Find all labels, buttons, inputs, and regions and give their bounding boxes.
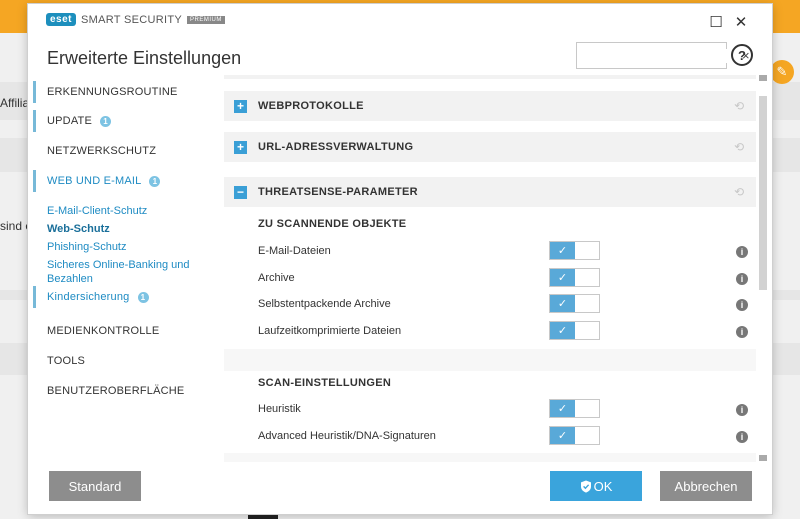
toggle-switch[interactable]: ✓ [549, 241, 600, 260]
scrollbar[interactable] [758, 75, 768, 462]
update-badge: 1 [100, 115, 112, 127]
expand-icon[interactable]: + [234, 140, 247, 154]
sidebar-item-erkennungsroutine[interactable]: ERKENNUNGSROUTINE [33, 81, 218, 103]
eset-logo: eset [46, 13, 77, 26]
group-divider [224, 453, 756, 462]
sidebar-item-tools[interactable]: TOOLS [33, 350, 218, 372]
sidebar-subitem-web-schutz[interactable]: Web-Schutz [47, 222, 110, 236]
info-icon[interactable]: i [736, 404, 748, 416]
setting-label: Advanced Heuristik/DNA-Signaturen [258, 430, 436, 442]
check-icon: ✓ [550, 427, 575, 444]
sidebar-item-label: BENUTZEROBERFLÄCHE [47, 385, 185, 397]
setting-label: Selbstentpackende Archive [258, 298, 391, 310]
revert-icon[interactable]: ⟲ [734, 99, 744, 113]
toggle-switch[interactable]: ✓ [549, 321, 600, 340]
sidebar-subitem-email-client-schutz[interactable]: E-Mail-Client-Schutz [47, 204, 147, 218]
cancel-button[interactable]: Abbrechen [660, 471, 752, 501]
toggle-switch[interactable]: ✓ [549, 426, 600, 445]
setting-label: Heuristik [258, 403, 301, 415]
advanced-settings-dialog: eset SMART SECURITY PREMIUM ☐ ✕ Erweiter… [28, 4, 772, 514]
dialog-footer: Standard OK Abbrechen [28, 462, 772, 514]
sidebar-item-label: TOOLS [47, 355, 86, 367]
sidebar-item-label: UPDATE [47, 115, 93, 127]
maximize-button[interactable]: ☐ [706, 12, 726, 32]
background-button [248, 515, 278, 519]
sidebar-item-label: Kindersicherung [47, 291, 130, 303]
section-threatsense-parameter[interactable]: − THREATSENSE-PARAMETER ⟲ [224, 177, 756, 207]
scroll-down-arrow[interactable] [759, 455, 767, 461]
sidebar-item-label: WEB UND E-MAIL [47, 175, 142, 187]
revert-icon[interactable]: ⟲ [734, 185, 744, 199]
search-input[interactable] [587, 48, 742, 63]
search-box: × [576, 42, 750, 69]
section-label: WEBPROTOKOLLE [258, 100, 364, 112]
section-webprotokolle[interactable]: + WEBPROTOKOLLE ⟲ [224, 91, 756, 121]
settings-panel: + WEBPROTOKOLLE ⟲ + URL-ADRESSVERWALTUNG… [224, 75, 756, 462]
info-icon[interactable]: i [736, 246, 748, 258]
sidebar-item-label: MEDIENKONTROLLE [47, 325, 160, 337]
sidebar-subitem-online-banking[interactable]: Sicheres Online-Banking und Bezahlen [47, 258, 197, 286]
setting-label: Laufzeitkomprimierte Dateien [258, 325, 402, 337]
help-button[interactable]: ? [731, 44, 753, 66]
expand-icon[interactable]: + [234, 99, 247, 113]
section-label: THREATSENSE-PARAMETER [258, 186, 418, 198]
sidebar-item-update[interactable]: UPDATE 1 [33, 110, 218, 132]
check-icon: ✓ [550, 269, 575, 286]
brand: eset SMART SECURITY PREMIUM [46, 13, 225, 26]
group-divider [224, 349, 756, 371]
info-icon[interactable]: i [736, 431, 748, 443]
check-icon: ✓ [550, 400, 575, 417]
sidebar-item-netzwerkschutz[interactable]: NETZWERKSCHUTZ [33, 140, 218, 162]
group-title: SCAN-EINSTELLUNGEN [258, 377, 392, 389]
sidebar-item-web-und-email[interactable]: WEB UND E-MAIL 1 [33, 170, 218, 192]
info-icon[interactable]: i [736, 273, 748, 285]
group-title: ZU SCANNENDE OBJEKTE [258, 218, 407, 230]
check-icon: ✓ [550, 322, 575, 339]
standard-button[interactable]: Standard [49, 471, 141, 501]
section-bar-partial [224, 75, 756, 79]
section-label: URL-ADRESSVERWALTUNG [258, 141, 414, 153]
sidebar-item-label: NETZWERKSCHUTZ [47, 145, 157, 157]
info-icon[interactable]: i [736, 299, 748, 311]
sidebar-subitem-phishing-schutz[interactable]: Phishing-Schutz [47, 240, 127, 254]
scroll-up-arrow[interactable] [759, 75, 767, 81]
product-name: SMART SECURITY [81, 13, 182, 26]
collapse-icon[interactable]: − [234, 185, 247, 199]
product-tier: PREMIUM [187, 15, 225, 24]
sidebar-subitem-kindersicherung[interactable]: Kindersicherung 1 [33, 286, 218, 308]
setting-label: E-Mail-Dateien [258, 245, 331, 257]
scrollbar-thumb[interactable] [759, 96, 767, 290]
toggle-switch[interactable]: ✓ [549, 294, 600, 313]
sidebar-item-benutzeroberflaeche[interactable]: BENUTZEROBERFLÄCHE [33, 380, 218, 402]
revert-icon[interactable]: ⟲ [734, 140, 744, 154]
section-url-adressverwaltung[interactable]: + URL-ADRESSVERWALTUNG ⟲ [224, 132, 756, 162]
sidebar-item-label: ERKENNUNGSROUTINE [47, 86, 178, 98]
close-button[interactable]: ✕ [731, 12, 751, 32]
kindersicherung-badge: 1 [137, 291, 149, 303]
ok-label: OK [593, 478, 613, 494]
sidebar-item-medienkontrolle[interactable]: MEDIENKONTROLLE [33, 320, 218, 342]
setting-label: Archive [258, 272, 295, 284]
web-email-badge: 1 [149, 175, 161, 187]
toggle-switch[interactable]: ✓ [549, 268, 600, 287]
pencil-icon[interactable]: ✎ [770, 60, 794, 84]
dialog-title: Erweiterte Einstellungen [47, 48, 242, 68]
toggle-switch[interactable]: ✓ [549, 399, 600, 418]
check-icon: ✓ [550, 295, 575, 312]
info-icon[interactable]: i [736, 326, 748, 338]
check-icon: ✓ [550, 242, 575, 259]
ok-button[interactable]: OK [550, 471, 642, 501]
shield-icon [580, 480, 591, 493]
